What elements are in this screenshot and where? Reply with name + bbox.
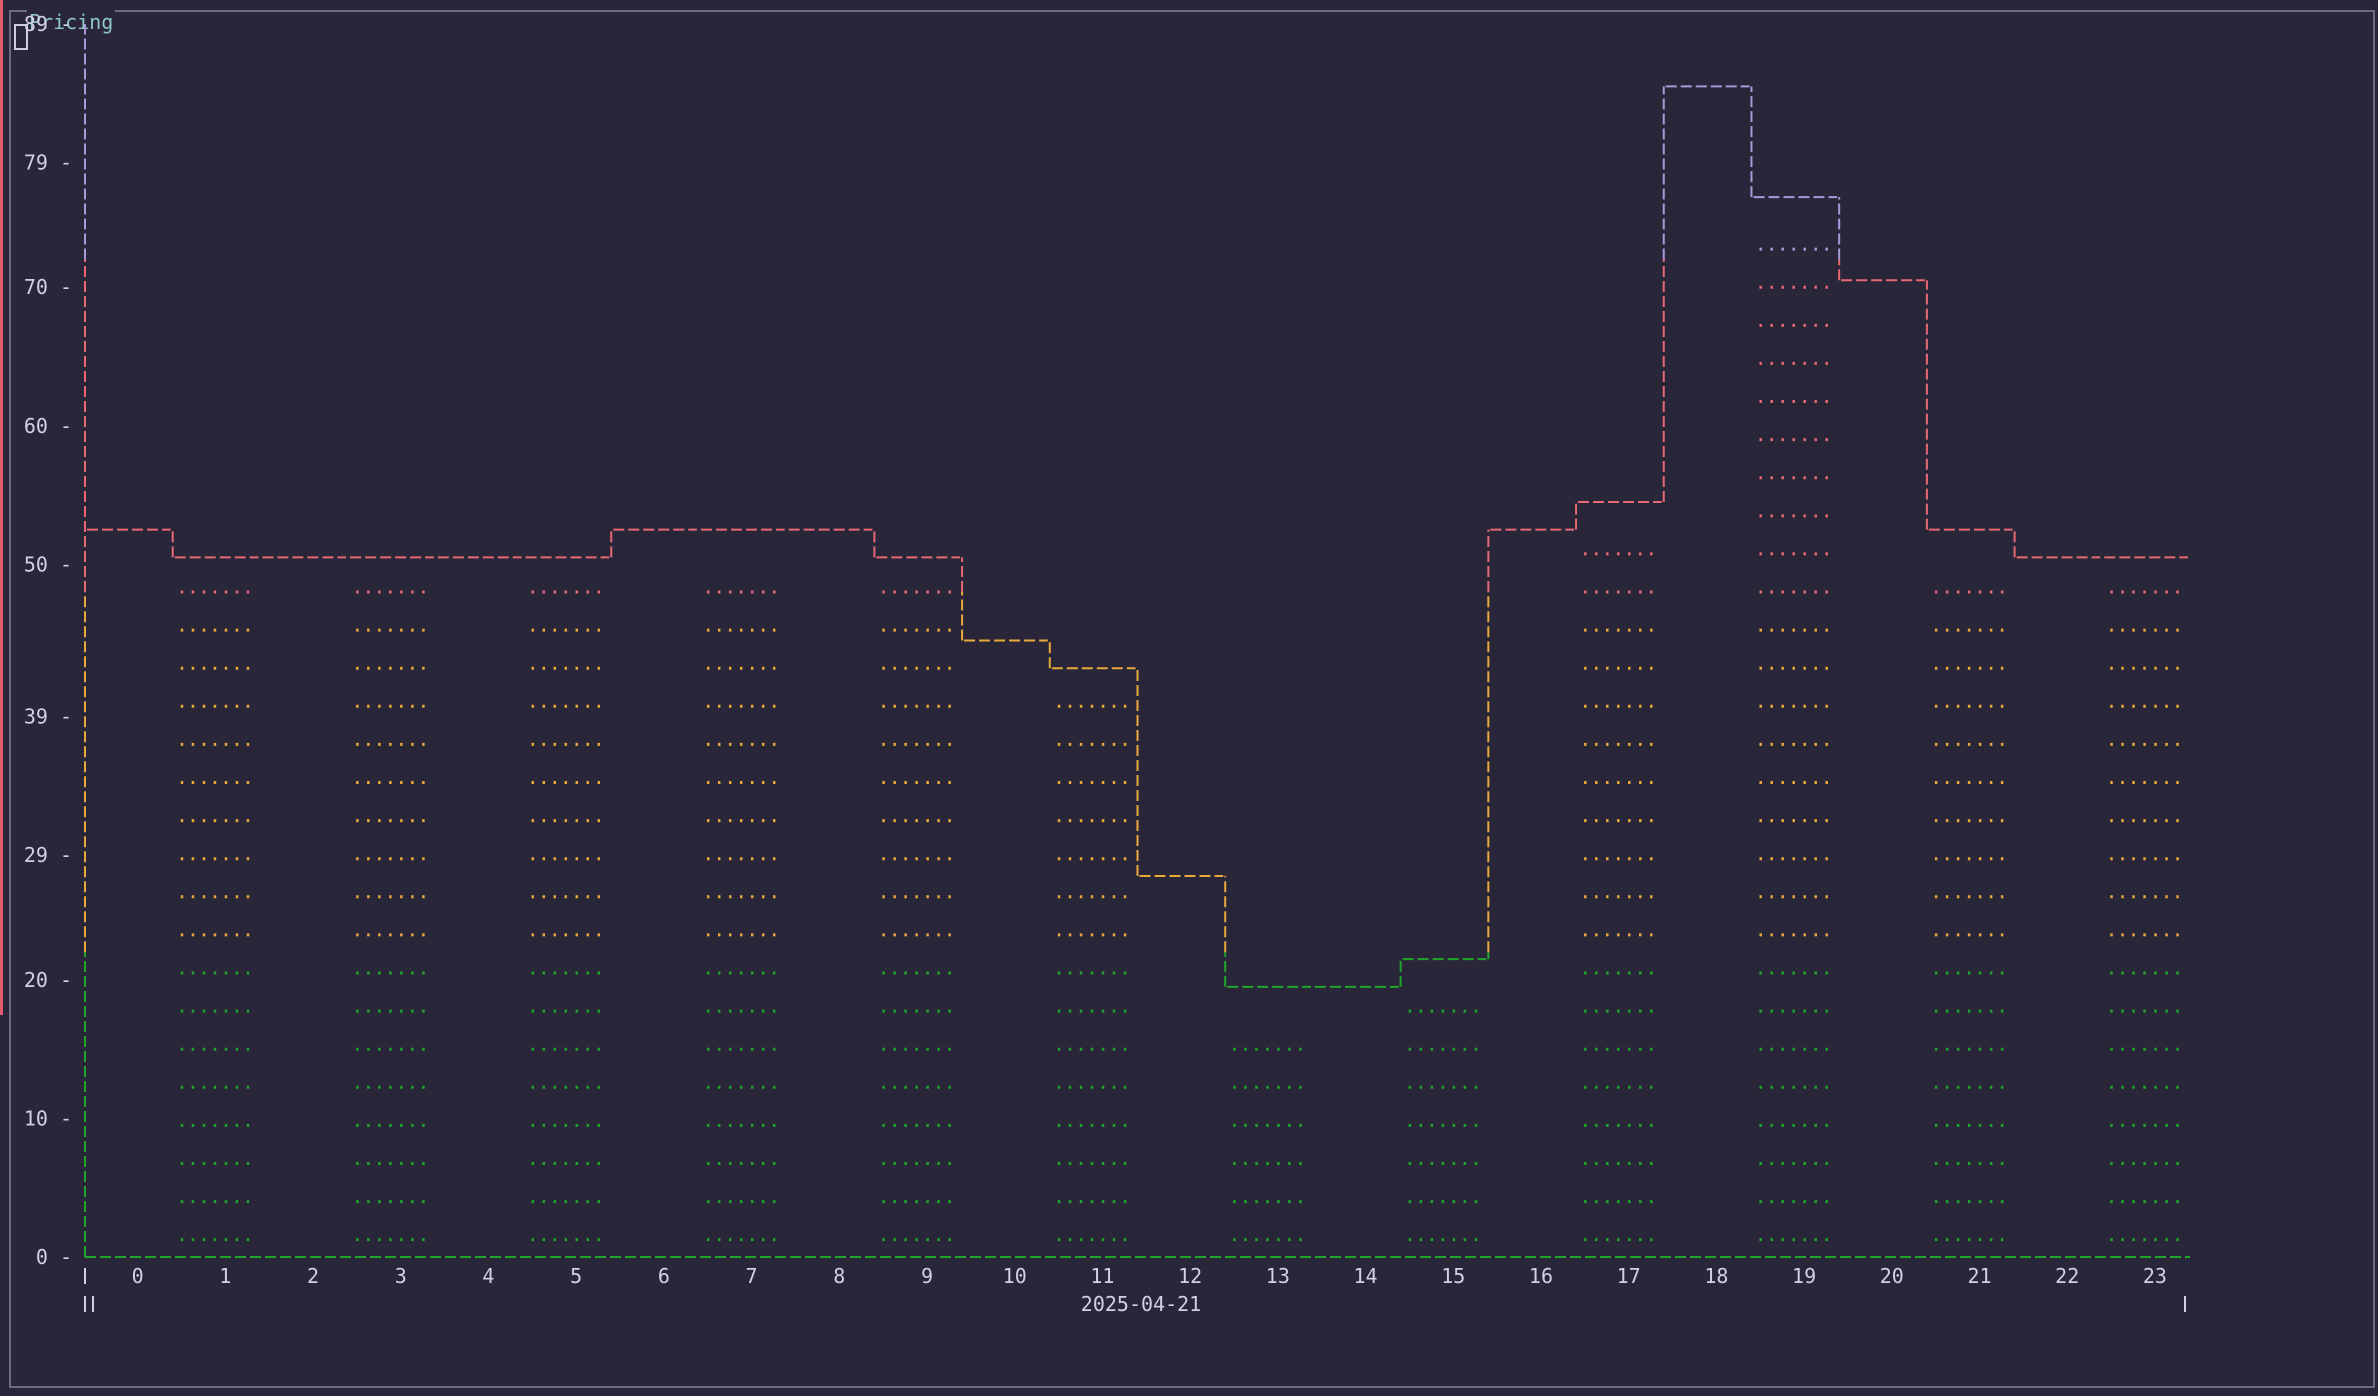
- x-tick-label: 23: [2143, 1264, 2167, 1288]
- x-tick-label: 12: [1178, 1264, 1202, 1288]
- x-tick-label: 18: [1704, 1264, 1728, 1288]
- x-tick-label: 20: [1880, 1264, 1904, 1288]
- bar-1: [180, 590, 255, 1242]
- x-tick-label: 5: [570, 1264, 582, 1288]
- bar-17: [1584, 552, 1658, 1242]
- x-tick-label: 2: [307, 1264, 319, 1288]
- x-tick-label: 15: [1441, 1264, 1465, 1288]
- y-tick-label: 60 -: [24, 414, 72, 438]
- x-tick-label: 17: [1617, 1264, 1641, 1288]
- y-tick-label: 10 -: [24, 1106, 72, 1130]
- x-tick-label: 14: [1353, 1264, 1377, 1288]
- x-tick-label: 6: [658, 1264, 670, 1288]
- y-tick-label: 39 -: [24, 705, 72, 729]
- x-tick-label: 0: [132, 1264, 144, 1288]
- bar-19: [1759, 247, 1834, 1242]
- x-tick-label: 7: [746, 1264, 758, 1288]
- y-tick-label: 70 -: [24, 275, 72, 299]
- bar-3: [356, 590, 430, 1242]
- x-tick-label: 16: [1529, 1264, 1553, 1288]
- bar-9: [882, 590, 957, 1242]
- x-axis-label: 2025-04-21: [1081, 1292, 1201, 1316]
- x-tick-label: 11: [1090, 1264, 1114, 1288]
- y-tick-label: 50 -: [24, 552, 72, 576]
- x-tick-label: 22: [2055, 1264, 2079, 1288]
- y-tick-label: 0 -: [36, 1245, 72, 1269]
- x-tick-label: 19: [1792, 1264, 1816, 1288]
- x-tick-label: 9: [921, 1264, 933, 1288]
- bar-5: [531, 590, 606, 1242]
- bar-11: [1057, 704, 1132, 1242]
- bar-7: [706, 590, 781, 1242]
- x-tick-label: 21: [1967, 1264, 1991, 1288]
- bar-15: [1408, 1009, 1483, 1242]
- x-tick-label: 10: [1003, 1264, 1027, 1288]
- y-tick-label: 79 -: [24, 151, 72, 175]
- bar-13: [1233, 1047, 1307, 1242]
- y-tick-label: 89 -: [24, 12, 72, 36]
- x-tick-label: 1: [219, 1264, 231, 1288]
- x-tick-label: 8: [833, 1264, 845, 1288]
- x-tick-label: 4: [482, 1264, 494, 1288]
- y-tick-label: 29 -: [24, 843, 72, 867]
- pricing-chart: 0 - 10 - 20 - 29 - 39 - 50 - 60 - 70 - 79 - 89 - 0…: [24, 12, 2190, 1316]
- x-tick-label: 3: [395, 1264, 407, 1288]
- y-tick-label: 20 -: [24, 968, 72, 992]
- x-tick-label: 13: [1266, 1264, 1290, 1288]
- bar-23: [2110, 590, 2184, 1242]
- bar-21: [1934, 590, 2009, 1242]
